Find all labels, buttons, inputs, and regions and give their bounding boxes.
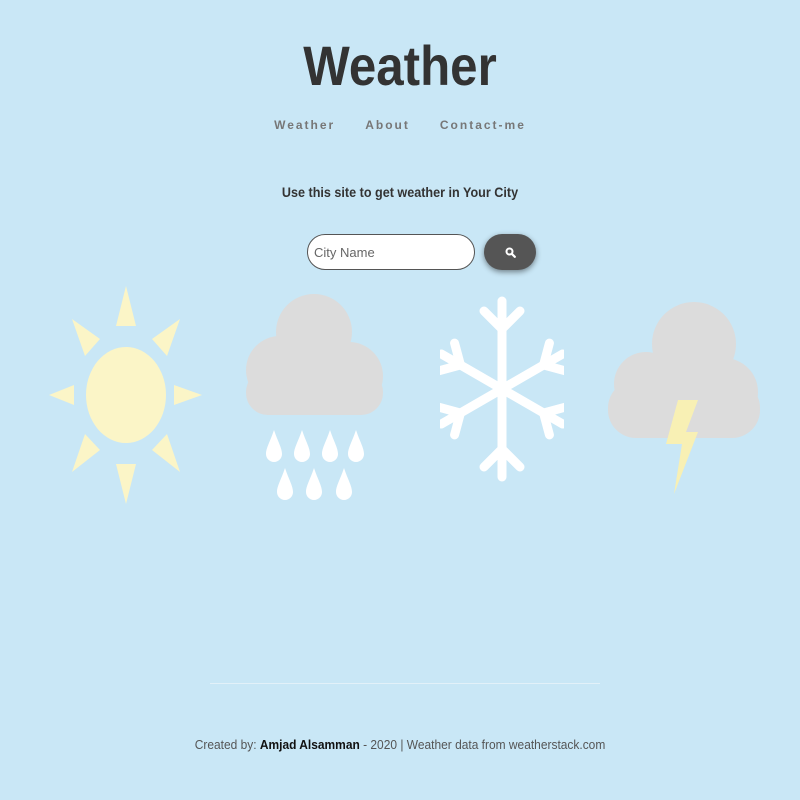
rain-cloud-icon	[246, 294, 383, 500]
weather-icons	[0, 278, 800, 518]
footer-created-by-label: Created by:	[194, 737, 257, 752]
search-button[interactable]	[484, 234, 536, 270]
main-nav: Weather About Contact-me	[0, 116, 800, 134]
snowflake-icon	[440, 296, 564, 482]
nav-item-contact[interactable]: Contact-me	[439, 116, 527, 134]
tagline: Use this site to get weather in Your Cit…	[281, 184, 519, 200]
nav-item-weather[interactable]: Weather	[273, 116, 336, 134]
footer-author: Amjad Alsamman	[259, 737, 360, 752]
city-name-input[interactable]	[307, 234, 475, 270]
footer-credits: - 2020 | Weather data from weatherstack.…	[359, 737, 606, 752]
search-icon	[505, 247, 516, 258]
site-title: Weather	[303, 34, 497, 97]
sun-icon	[49, 286, 202, 504]
footer: Created by: Amjad Alsamman - 2020 | Weat…	[32, 737, 768, 752]
footer-divider	[210, 683, 600, 684]
thunder-cloud-icon	[608, 302, 760, 494]
nav-item-about[interactable]: About	[364, 116, 411, 134]
search-form	[307, 234, 536, 270]
